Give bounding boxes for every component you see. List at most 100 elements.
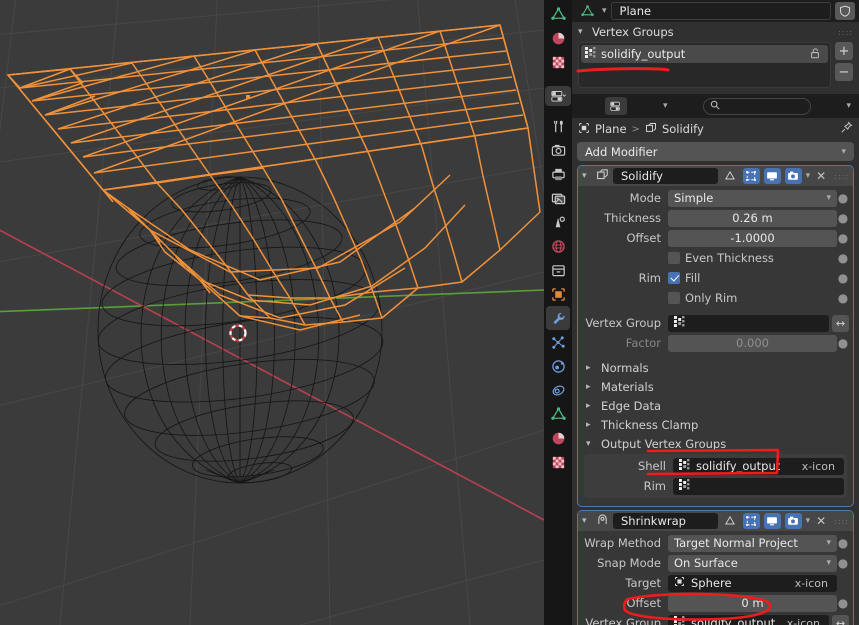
factor-value-field[interactable]: 0.000 xyxy=(668,334,837,352)
editor-type-chevron-icon[interactable]: ▾ xyxy=(663,101,668,111)
shell-vertex-group-value: solidify_output xyxy=(696,459,781,473)
clear-shell-icon[interactable]: x-icon xyxy=(802,460,838,473)
edit-mode-icon[interactable] xyxy=(742,168,760,184)
clear-target-icon[interactable]: x-icon xyxy=(795,577,831,590)
only-rim-checkbox[interactable]: Only Rim xyxy=(668,291,837,305)
subpanel-normals[interactable]: ▸ Normals xyxy=(582,358,849,377)
modifier-name-field-shrinkwrap[interactable]: Shrinkwrap xyxy=(613,513,718,529)
properties-tab-column[interactable] xyxy=(544,0,572,625)
tab-physics[interactable] xyxy=(546,354,570,378)
field-even-thickness: Even Thickness ● xyxy=(582,249,849,267)
options-chevron-icon[interactable]: ▾ xyxy=(846,101,851,111)
shell-vertex-group-field[interactable]: solidify_output x-icon xyxy=(673,457,844,475)
modifier-header-shrinkwrap[interactable]: ▾ Shrinkwrap ▾ ✕:::: xyxy=(578,511,853,531)
even-thickness-checkbox[interactable]: Even Thickness xyxy=(668,251,837,265)
subpanel-edge-data[interactable]: ▸ Edge Data xyxy=(582,396,849,415)
checker-texture-icon xyxy=(552,56,564,68)
tab-scene[interactable] xyxy=(546,210,570,234)
thickness-value-field[interactable]: 0.26 m xyxy=(668,209,837,227)
vertex-group-list[interactable]: solidify_output xyxy=(578,42,831,88)
modifier-name-field-solidify[interactable]: Solidify xyxy=(613,168,718,184)
vertex-groups-section: ▾ Vertex Groups :::: solidify_output + − xyxy=(572,22,859,92)
close-icon[interactable]: ✕ xyxy=(814,514,828,528)
field-label-mode: Mode xyxy=(629,191,661,205)
add-vertex-group-button[interactable]: + xyxy=(835,42,853,60)
pin-icon[interactable] xyxy=(840,121,853,137)
tab-collection[interactable] xyxy=(546,258,570,282)
tab-world[interactable] xyxy=(546,234,570,258)
mesh-data-chevron-icon[interactable]: ▾ xyxy=(602,6,607,16)
extras-chevron-icon[interactable]: ▾ xyxy=(806,516,811,526)
target-object-field[interactable]: Sphere x-icon xyxy=(668,574,837,592)
chevron-down-icon[interactable]: ▾ xyxy=(582,516,592,526)
snap-mode-dropdown[interactable]: On Surface ▾ xyxy=(668,554,837,572)
editor-type-button[interactable] xyxy=(605,97,628,115)
vertex-groups-header[interactable]: ▾ Vertex Groups :::: xyxy=(572,22,859,42)
subpanel-output-vertex-groups[interactable]: ▾ Output Vertex Groups xyxy=(582,434,849,453)
field-label-shrinkwrap-offset: Offset xyxy=(626,596,661,610)
vertex-cage-icon[interactable] xyxy=(722,513,739,529)
invert-vertex-group-button[interactable]: ↔ xyxy=(832,314,849,332)
chevron-down-icon: ▾ xyxy=(841,146,846,157)
remove-vertex-group-button[interactable]: − xyxy=(835,63,853,81)
tab-modifiers[interactable] xyxy=(546,306,570,330)
tab-texture[interactable] xyxy=(546,450,570,474)
grip-dots-icon[interactable]: :::: xyxy=(834,172,849,181)
edit-mode-icon[interactable] xyxy=(742,513,760,529)
chevron-down-icon[interactable]: ▾ xyxy=(582,171,592,181)
tab-material-top[interactable] xyxy=(546,26,570,50)
unlocked-icon[interactable] xyxy=(809,47,824,62)
display-monitor-icon[interactable] xyxy=(763,513,781,529)
tab-texture-top[interactable] xyxy=(546,50,570,74)
field-label-wrap-method: Wrap Method xyxy=(584,536,661,550)
shrinkwrap-vertex-group-field[interactable]: solidify_output x-icon xyxy=(668,614,829,625)
rim-vertex-group-field[interactable] xyxy=(673,477,844,495)
vertex-group-field[interactable] xyxy=(668,314,829,332)
subpanel-materials[interactable]: ▸ Materials xyxy=(582,377,849,396)
vertex-group-icon xyxy=(585,47,596,61)
field-label-snap-mode: Snap Mode xyxy=(597,556,661,570)
chevron-right-icon: ▸ xyxy=(586,419,591,430)
material-sphere-icon xyxy=(552,32,564,44)
tab-object[interactable] xyxy=(546,282,570,306)
tab-output[interactable] xyxy=(546,162,570,186)
grip-dots-icon[interactable]: :::: xyxy=(838,28,853,37)
search-input[interactable] xyxy=(702,97,811,115)
checkbox-box-checked xyxy=(668,272,680,284)
tab-render[interactable] xyxy=(546,138,570,162)
vertex-cage-icon[interactable] xyxy=(722,168,739,184)
tab-constraints[interactable] xyxy=(546,378,570,402)
vertex-group-icon xyxy=(674,316,685,330)
tab-object-data-top[interactable] xyxy=(546,2,570,26)
offset-value-field[interactable]: -1.0000 xyxy=(668,229,837,247)
subpanel-thickness-clamp[interactable]: ▸ Thickness Clamp xyxy=(582,415,849,434)
add-modifier-button[interactable]: Add Modifier ▾ xyxy=(577,142,854,161)
editor-type-selector[interactable] xyxy=(545,86,571,106)
wrap-method-dropdown[interactable]: Target Normal Project ▾ xyxy=(668,534,837,552)
grip-dots-icon[interactable]: :::: xyxy=(834,517,849,526)
extras-chevron-icon[interactable]: ▾ xyxy=(806,171,811,181)
tab-object-data[interactable] xyxy=(546,402,570,426)
tab-material[interactable] xyxy=(546,426,570,450)
object-square-icon xyxy=(551,287,565,301)
mesh-name-field[interactable]: Plane xyxy=(610,2,831,20)
display-monitor-icon[interactable] xyxy=(763,168,781,184)
camera-icon[interactable] xyxy=(784,168,802,184)
tab-tool[interactable] xyxy=(546,114,570,138)
breadcrumb-item-modifier[interactable]: Solidify xyxy=(662,122,704,136)
mode-dropdown[interactable]: Simple ▾ xyxy=(668,189,837,207)
tab-particles[interactable] xyxy=(546,330,570,354)
vertex-group-item[interactable]: solidify_output xyxy=(581,45,828,63)
3d-viewport[interactable] xyxy=(0,0,544,625)
fake-user-shield-icon[interactable] xyxy=(835,2,855,20)
rim-fill-checkbox[interactable]: Fill xyxy=(668,271,837,285)
camera-icon[interactable] xyxy=(784,513,802,529)
close-icon[interactable]: ✕ xyxy=(814,169,828,183)
shrinkwrap-offset-value-field[interactable]: 0 m xyxy=(668,594,837,612)
tab-view-layer[interactable] xyxy=(546,186,570,210)
clear-shrinkwrap-vertex-group-icon[interactable]: x-icon xyxy=(787,617,823,625)
modifier-header-solidify[interactable]: ▾ Solidify ▾ ✕:::: xyxy=(578,166,853,186)
invert-shrinkwrap-vertex-group-button[interactable]: ↔ xyxy=(832,614,849,625)
search-field[interactable] xyxy=(723,99,794,113)
breadcrumb-item-object[interactable]: Plane xyxy=(595,122,627,136)
